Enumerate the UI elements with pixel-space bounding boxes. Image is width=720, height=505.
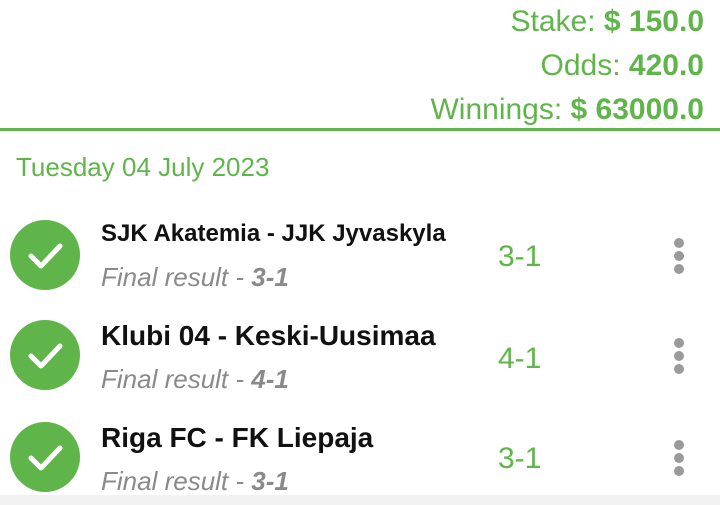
final-result: Final result - 3-1 (101, 262, 289, 293)
final-result-value: 3-1 (251, 466, 289, 496)
match-row[interactable]: Riga FC - FK Liepaja Final result - 3-1 … (0, 414, 720, 505)
bet-summary: Stake: $ 150.0 Odds: 420.0 Winnings: $ 6… (430, 0, 704, 132)
winnings-line: Winnings: $ 63000.0 (430, 88, 704, 132)
match-row[interactable]: SJK Akatemia - JJK Jyvaskyla Final resul… (0, 212, 720, 312)
match-row[interactable]: Klubi 04 - Keski-Uusimaa Final result - … (0, 312, 720, 412)
match-teams: Klubi 04 - Keski-Uusimaa (101, 320, 436, 351)
match-teams: Riga FC - FK Liepaja (101, 422, 374, 453)
pick-value: 3-1 (498, 240, 542, 273)
final-result-label: Final result - (101, 364, 252, 394)
winnings-label: Winnings: (430, 93, 563, 126)
stake-label: Stake: (510, 5, 596, 38)
more-vertical-icon[interactable] (668, 236, 690, 276)
check-icon (10, 320, 80, 390)
final-result: Final result - 4-1 (101, 364, 289, 395)
match-teams: SJK Akatemia - JJK Jyvaskyla (101, 220, 446, 247)
stake-value: $ 150.0 (603, 5, 704, 38)
check-icon (10, 220, 80, 290)
stake-line: Stake: $ 150.0 (430, 0, 705, 44)
bet-slip-screen: Stake: $ 150.0 Odds: 420.0 Winnings: $ 6… (0, 0, 720, 505)
winnings-value: $ 63000.0 (570, 93, 704, 126)
odds-line: Odds: 420.0 (430, 44, 704, 88)
odds-label: Odds: (540, 49, 621, 82)
date-heading: Tuesday 04 July 2023 (16, 152, 270, 182)
pick-value: 4-1 (498, 342, 542, 375)
divider (0, 128, 720, 131)
odds-value: 420.0 (628, 49, 704, 82)
more-vertical-icon[interactable] (668, 336, 690, 376)
final-result-value: 4-1 (251, 364, 289, 394)
bottom-edge (0, 495, 720, 505)
pick-value: 3-1 (498, 442, 542, 475)
final-result-value: 3-1 (251, 262, 289, 292)
final-result-label: Final result - (101, 466, 252, 496)
final-result-label: Final result - (101, 262, 252, 292)
check-icon (10, 422, 80, 492)
more-vertical-icon[interactable] (668, 438, 690, 478)
final-result: Final result - 3-1 (101, 466, 289, 497)
